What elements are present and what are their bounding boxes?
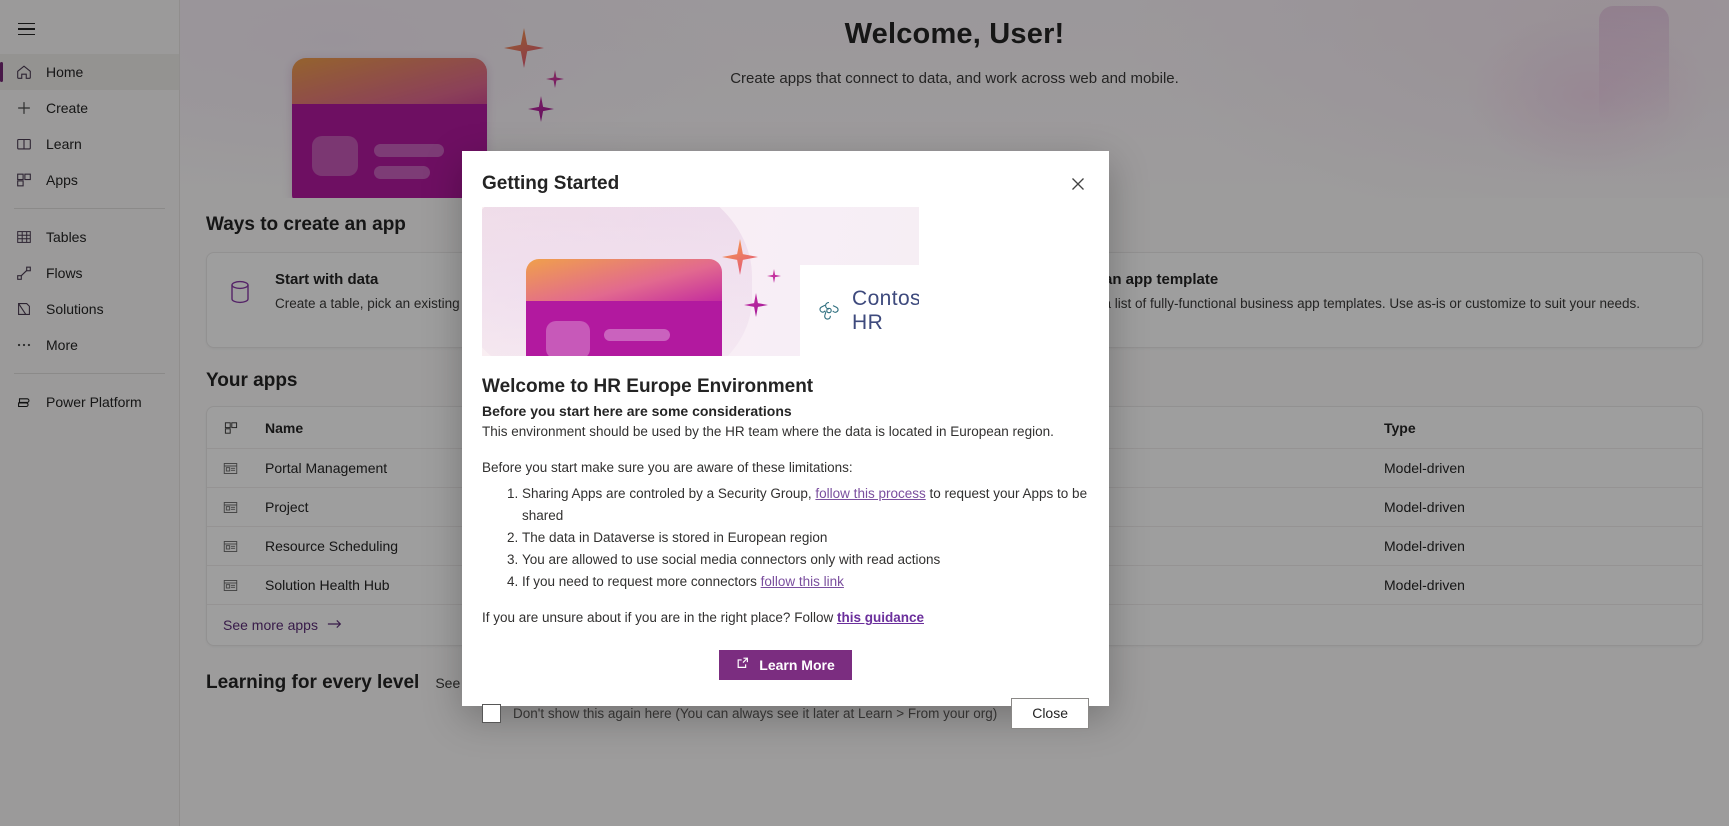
list-item: Sharing Apps are controled by a Security… bbox=[522, 483, 1089, 527]
close-button[interactable]: Close bbox=[1011, 697, 1089, 729]
app-root: Home Create Learn Apps Tables Flows Solu… bbox=[0, 0, 1729, 826]
this-guidance-link[interactable]: this guidance bbox=[837, 610, 924, 625]
getting-started-dialog: Getting Started Contos HR Welcome to HR … bbox=[462, 151, 1109, 729]
contoso-logo-text: Contoso HR bbox=[852, 287, 919, 334]
dialog-banner-image: Contoso HR bbox=[482, 207, 919, 356]
guidance-prefix: If you are unsure about if you are in th… bbox=[482, 610, 837, 626]
dialog-welcome-heading: Welcome to HR Europe Environment bbox=[482, 376, 814, 397]
dialog-header: Getting Started bbox=[462, 151, 1109, 203]
learn-more-label: Learn More bbox=[759, 656, 835, 673]
list-item: The data in Dataverse is stored in Europ… bbox=[522, 527, 1089, 549]
dialog-guidance-text: If you are unsure about if you are in th… bbox=[482, 608, 1089, 628]
dont-show-again-checkbox[interactable] bbox=[482, 703, 501, 723]
list-item-text: The data in Dataverse is stored in Europ… bbox=[522, 529, 828, 545]
sparkle-icon bbox=[767, 269, 781, 283]
art-pill bbox=[604, 329, 670, 341]
dialog-title: Getting Started bbox=[482, 173, 620, 194]
external-link-icon bbox=[736, 656, 750, 673]
learn-more-button[interactable]: Learn More bbox=[719, 649, 852, 680]
list-item-text: If you need to request more connectors bbox=[522, 573, 761, 589]
list-item-text: Sharing Apps are controled by a Security… bbox=[522, 486, 816, 502]
contoso-hr-logo: Contoso HR bbox=[800, 265, 919, 356]
contoso-logo-icon bbox=[814, 296, 844, 326]
list-item: If you need to request more connectors f… bbox=[522, 571, 1089, 593]
follow-this-link-link[interactable]: follow this link bbox=[761, 574, 844, 589]
art-pill bbox=[546, 321, 590, 356]
dialog-intro-text: This environment should be used by the H… bbox=[482, 424, 1054, 439]
dialog-footer: Don't show this again here (You can alwa… bbox=[462, 680, 1109, 749]
learn-more-row: Learn More bbox=[482, 649, 1089, 680]
dialog-limitations-intro: Before you start make sure you are aware… bbox=[482, 459, 853, 475]
dialog-body: Contoso HR Welcome to HR Europe Environm… bbox=[462, 203, 1109, 680]
limitations-list: Sharing Apps are controled by a Security… bbox=[522, 483, 1089, 592]
dont-show-again-label: Don't show this again here (You can alwa… bbox=[513, 705, 998, 721]
dialog-welcome-subheading: Before you start here are some considera… bbox=[482, 403, 792, 419]
list-item: You are allowed to use social media conn… bbox=[522, 549, 1089, 571]
list-item-text: You are allowed to use social media conn… bbox=[522, 551, 941, 567]
banner-app-card-art bbox=[526, 259, 722, 356]
follow-this-process-link[interactable]: follow this process bbox=[815, 486, 925, 501]
dont-show-again-checkbox-row[interactable]: Don't show this again here (You can alwa… bbox=[482, 703, 998, 723]
close-icon[interactable] bbox=[1063, 170, 1093, 198]
